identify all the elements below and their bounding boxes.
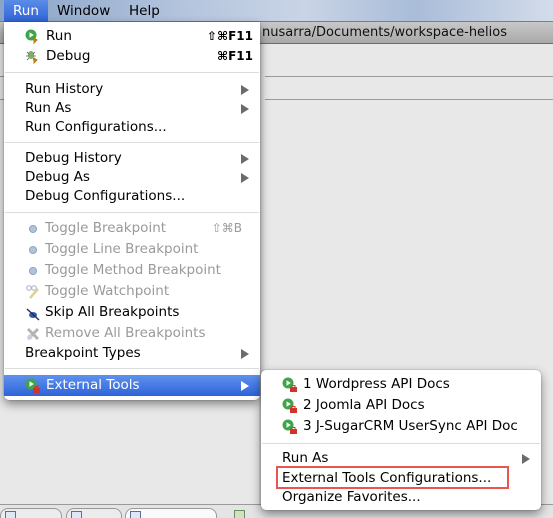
submenu-item-run-as[interactable]: Run As	[261, 448, 541, 468]
view-tab[interactable]	[0, 508, 62, 518]
external-tools-icon	[282, 419, 297, 434]
menu-item-skip-all-breakpoints[interactable]: Skip All Breakpoints	[4, 302, 260, 322]
menu-bar: Run Window Help	[0, 0, 553, 22]
view-tab-active[interactable]	[125, 508, 217, 518]
submenu-arrow-icon	[241, 154, 249, 164]
external-tools-submenu: 1 Wordpress API Docs 2 Joomla API Docs 3…	[261, 370, 541, 510]
annotation-highlight-box	[276, 466, 509, 489]
menu-item-breakpoint-types[interactable]: Breakpoint Types	[4, 343, 260, 363]
external-tool-item[interactable]: 3 J-SugarCRM UserSync API Doc	[261, 416, 541, 436]
shortcut: ⌘F11	[216, 49, 253, 63]
menu-item-run-configurations[interactable]: Run Configurations...	[4, 117, 260, 137]
menu-item-toggle-watchpoint[interactable]: Toggle Watchpoint	[4, 281, 260, 301]
breakpoint-dot-icon	[29, 267, 37, 275]
run-menu: Run ⇧⌘F11 Debug ⌘F11 Run History Run As …	[4, 22, 260, 400]
breakpoint-dot-icon	[29, 246, 37, 254]
watchpoint-icon	[26, 285, 39, 299]
menu-item-debug-as[interactable]: Debug As	[4, 167, 260, 187]
menu-item-remove-all-breakpoints[interactable]: Remove All Breakpoints	[4, 323, 260, 343]
submenu-arrow-icon	[241, 381, 249, 391]
external-tools-icon	[282, 377, 297, 392]
submenu-arrow-icon	[241, 104, 249, 114]
debug-icon	[26, 51, 38, 65]
menu-run[interactable]: Run	[4, 0, 48, 22]
remove-breakpoints-icon	[26, 327, 40, 341]
external-tools-icon	[282, 398, 297, 413]
menu-separator	[5, 212, 259, 213]
menu-item-debug-history[interactable]: Debug History	[4, 148, 260, 168]
menu-help[interactable]: Help	[120, 0, 169, 22]
menu-item-debug[interactable]: Debug ⌘F11	[4, 46, 260, 66]
tab-icon	[234, 510, 245, 518]
tab-icon	[71, 511, 82, 518]
menu-item-run-history[interactable]: Run History	[4, 79, 260, 99]
menu-item-external-tools[interactable]: External Tools	[4, 375, 260, 396]
submenu-arrow-icon	[241, 349, 249, 359]
submenu-item-organize-favorites[interactable]: Organize Favorites...	[261, 487, 541, 507]
menu-item-debug-configurations[interactable]: Debug Configurations...	[4, 186, 260, 206]
menu-item-toggle-line-breakpoint[interactable]: Toggle Line Breakpoint	[4, 239, 260, 259]
menu-item-run[interactable]: Run ⇧⌘F11	[4, 26, 260, 46]
tab-icon	[5, 511, 16, 518]
window-title: nusarra/Documents/workspace-helios	[262, 25, 508, 40]
run-icon	[25, 29, 38, 45]
external-tools-icon	[25, 378, 40, 393]
external-tool-item[interactable]: 1 Wordpress API Docs	[261, 374, 541, 394]
menu-window[interactable]: Window	[48, 0, 119, 22]
shortcut: ⇧⌘F11	[206, 29, 253, 43]
submenu-arrow-icon	[522, 454, 530, 464]
menu-item-run-as[interactable]: Run As	[4, 98, 260, 118]
menu-item-toggle-method-breakpoint[interactable]: Toggle Method Breakpoint	[4, 260, 260, 280]
external-tool-item[interactable]: 2 Joomla API Docs	[261, 395, 541, 415]
menu-separator	[262, 443, 540, 444]
submenu-arrow-icon	[241, 85, 249, 95]
tab-icon	[130, 511, 141, 518]
view-tab[interactable]	[66, 508, 122, 518]
skip-breakpoints-icon	[26, 308, 40, 321]
menu-separator	[5, 72, 259, 73]
menu-item-toggle-breakpoint[interactable]: Toggle Breakpoint ⇧⌘B	[4, 218, 260, 238]
submenu-arrow-icon	[241, 173, 249, 183]
menu-separator	[5, 368, 259, 369]
menu-separator	[5, 142, 259, 143]
shortcut: ⇧⌘B	[211, 221, 242, 235]
breakpoint-dot-icon	[29, 225, 37, 233]
